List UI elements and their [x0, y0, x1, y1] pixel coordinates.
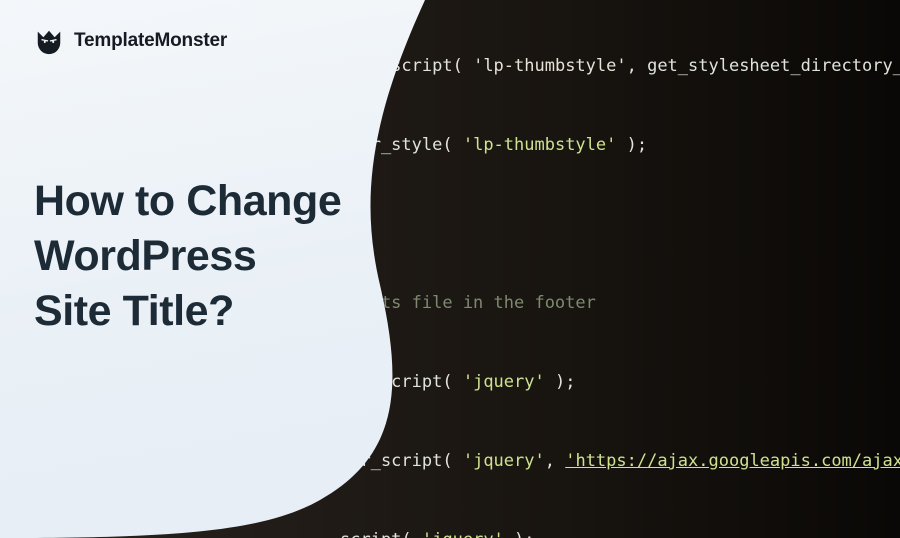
brand-logo: TemplateMonster — [34, 26, 227, 56]
brand-name: TemplateMonster — [74, 30, 227, 52]
headline-line-1: How to Change — [34, 174, 341, 229]
headline-line-2: WordPress — [34, 229, 341, 284]
headline: How to Change WordPress Site Title? — [34, 174, 341, 339]
monster-icon — [34, 26, 64, 56]
headline-line-3: Site Title? — [34, 284, 341, 339]
promo-card: ster_script( 'lp-thumbstyle', get_styles… — [0, 0, 900, 538]
